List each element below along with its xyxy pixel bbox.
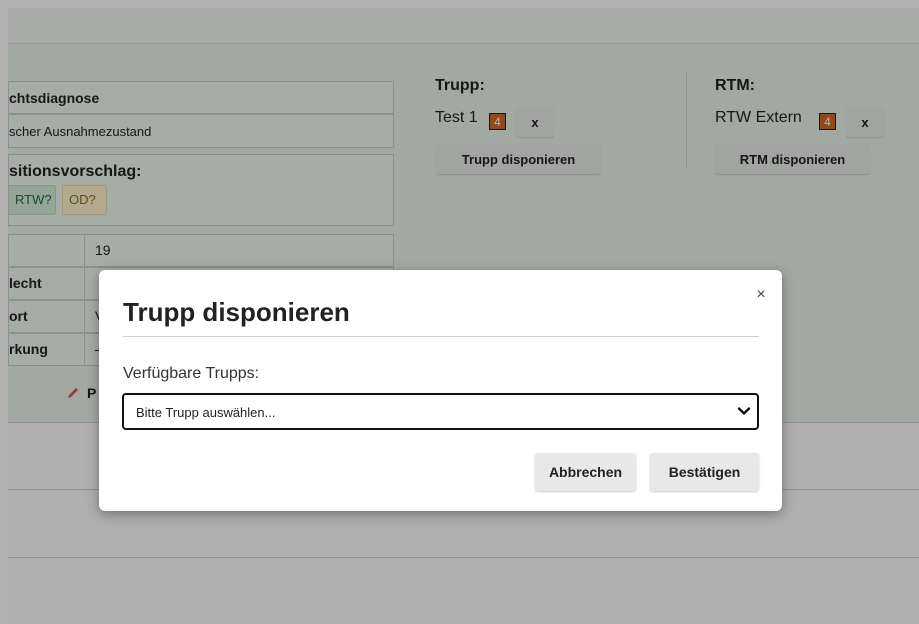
dialog-divider [123, 336, 759, 337]
confirm-button[interactable]: Bestätigen [650, 453, 759, 491]
trupp-select[interactable]: Bitte Trupp auswählen... [122, 393, 759, 430]
close-icon[interactable]: × [751, 284, 771, 306]
dispatch-dialog: Trupp disponieren × Verfügbare Trupps: B… [99, 270, 782, 511]
dialog-title: Trupp disponieren [123, 297, 350, 327]
chevron-down-icon [737, 407, 751, 415]
cancel-button[interactable]: Abbrechen [535, 453, 636, 491]
trupp-select-value: Bitte Trupp auswählen... [136, 405, 276, 420]
available-trupps-label: Verfügbare Trupps: [123, 365, 260, 382]
